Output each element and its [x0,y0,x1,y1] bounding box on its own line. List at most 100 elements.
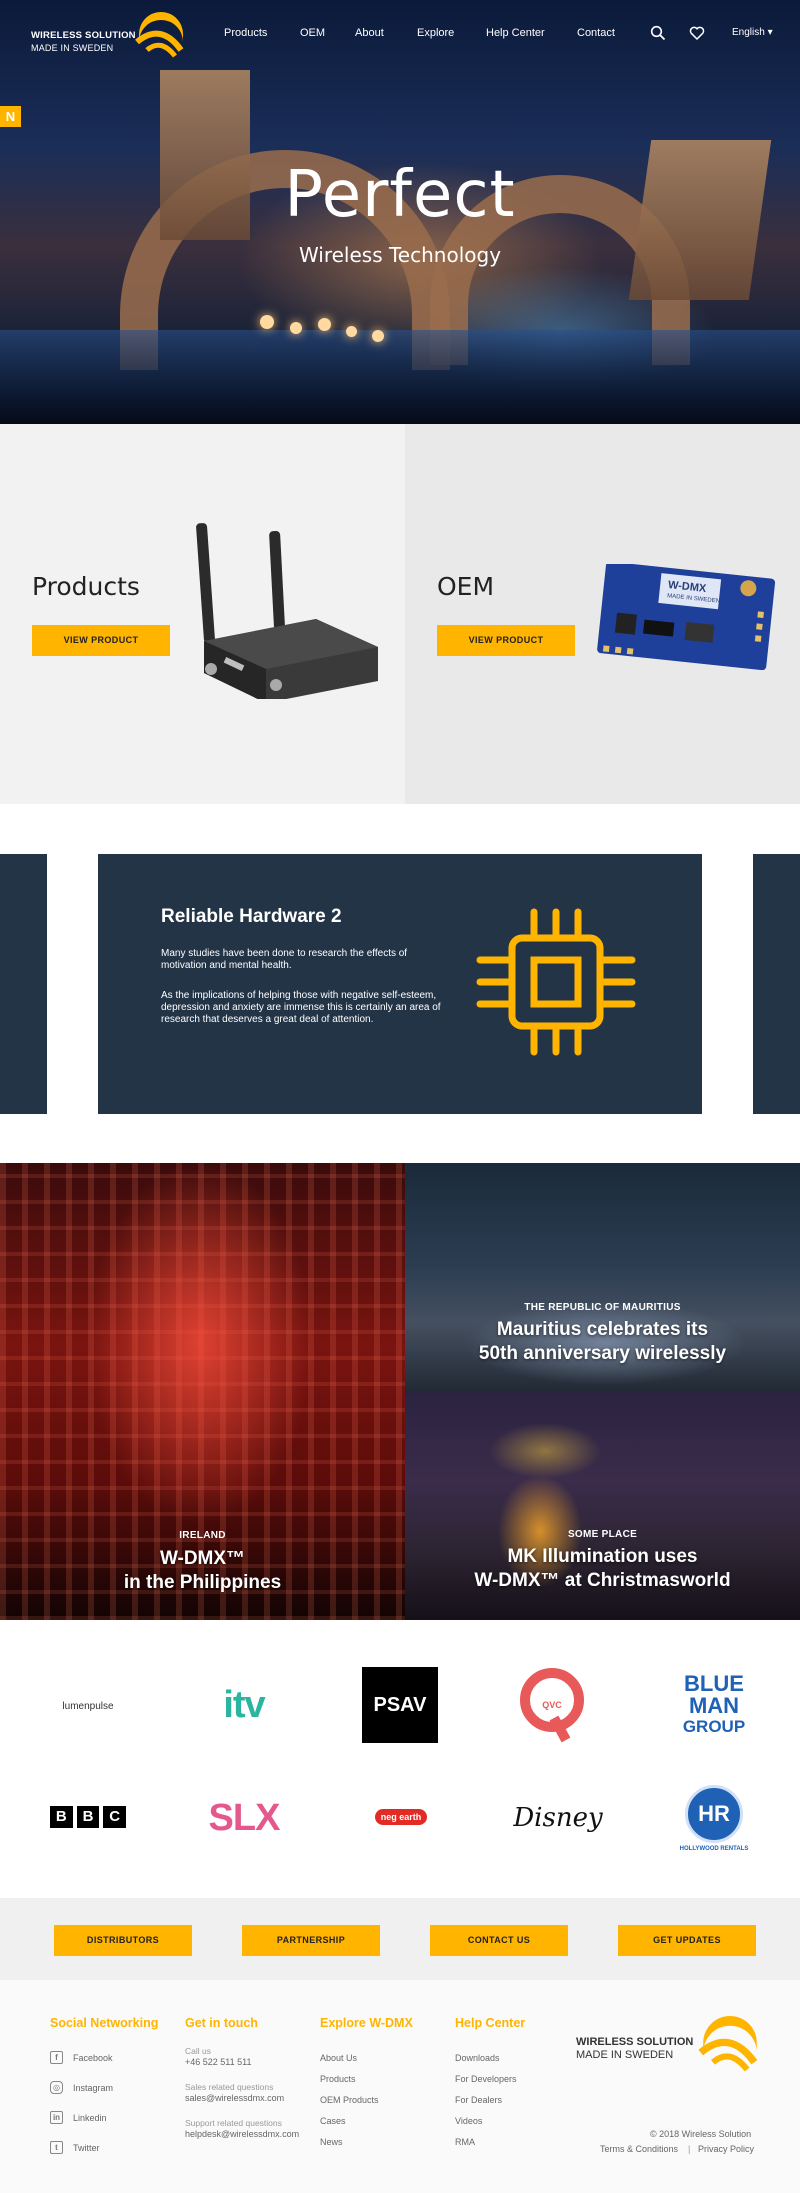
footer-link-cases[interactable]: Cases [320,2116,346,2126]
carousel-next-slide[interactable] [753,854,800,1114]
news-title-line2: 50th anniversary wirelessly [478,1343,727,1364]
news-title-line1: MK Illumination uses [507,1546,698,1567]
footer-sales-email[interactable]: sales@wirelessdmx.com [185,2093,284,2103]
brand-line2: MADE IN SWEDEN [31,43,114,53]
news-location: SOME PLACE [567,1529,638,1540]
footer-brand-line1: WIRELESS SOLUTION [576,2036,694,2048]
oem-title: OEM [437,572,495,601]
footer-phone[interactable]: +46 522 511 511 [185,2057,251,2067]
notification-badge[interactable]: N [0,106,21,127]
footer-terms-link[interactable]: Terms & Conditions [600,2144,678,2154]
brand-logo-text: WIRELESS SOLUTION MADE IN SWEDEN [31,30,136,54]
brand-line1: WIRELESS SOLUTION [31,30,136,41]
footer-link-products[interactable]: Products [320,2074,356,2084]
slx-text: SLX [208,1796,281,1839]
search-icon[interactable] [650,25,666,41]
footer-brand-line2: MADE IN SWEDEN [576,2049,674,2061]
footer-link-facebook[interactable]: Facebook [73,2053,113,2063]
footer-link-downloads[interactable]: Downloads [455,2053,500,2063]
footer-link-videos[interactable]: Videos [455,2116,482,2126]
news-card-philippines[interactable]: IRELAND W-DMX™ in the Philippines [0,1163,405,1620]
hollywood-rentals-mark-text: HR [698,1800,730,1826]
hollywood-rentals-mark: HR [685,1784,743,1843]
feature-title: Reliable Hardware 2 [161,906,342,927]
contact-us-button[interactable]: CONTACT US [430,1925,568,1956]
footer-brand-wave-icon [698,2016,758,2072]
news-title-line2: in the Philippines [123,1572,282,1593]
nav-item-contact[interactable]: Contact [577,27,615,39]
oem-panel: OEM VIEW PRODUCT W-DMX MADE IN SWEDEN [405,424,800,804]
lumenpulse-logo: lumenpulse [40,1686,136,1726]
hero-water [0,330,800,424]
footer-link-for-developers[interactable]: For Developers [455,2074,517,2084]
partnership-button[interactable]: PARTNERSHIP [242,1925,380,1956]
hero-light [372,330,384,342]
footer-help-heading: Help Center [455,2016,526,2030]
footer-call-label: Call us [185,2046,211,2056]
facebook-icon[interactable]: f [50,2051,63,2064]
feature-paragraph-2: As the implications of helping those wit… [161,990,441,1025]
top-navigation: WIRELESS SOLUTION MADE IN SWEDEN Product… [0,0,800,70]
hero-light [290,322,302,334]
neg-earth-logo: neg earth [360,1804,442,1830]
hero-banner: WIRELESS SOLUTION MADE IN SWEDEN Product… [0,0,800,424]
products-panel: Products VIEW PRODUCT [0,424,405,804]
footer-link-for-dealers[interactable]: For Dealers [455,2095,502,2105]
footer-link-linkedin[interactable]: Linkedin [73,2113,107,2123]
linkedin-icon[interactable]: in [50,2111,63,2124]
blue-man-group-logo: BLUE MAN GROUP [668,1668,760,1740]
footer-link-about-us[interactable]: About Us [320,2053,357,2063]
footer-explore-heading: Explore W-DMX [320,2016,413,2030]
brand-logo[interactable]: WIRELESS SOLUTION MADE IN SWEDEN [31,12,187,58]
oem-view-button[interactable]: VIEW PRODUCT [437,625,575,656]
products-title: Products [32,572,140,601]
footer-separator: | [688,2144,691,2154]
footer-link-rma[interactable]: RMA [455,2137,475,2147]
hero-title: Perfect [284,158,516,232]
footer-support-label: Support related questions [185,2118,282,2128]
distributors-button[interactable]: DISTRIBUTORS [54,1925,192,1956]
products-view-button[interactable]: VIEW PRODUCT [32,625,170,656]
hero-subtitle: Wireless Technology [298,243,502,267]
heart-icon[interactable] [689,25,705,41]
brand-wave-icon [135,12,184,58]
footer-link-oem-products[interactable]: OEM Products [320,2095,379,2105]
psav-logo: PSAV [362,1667,438,1743]
lumenpulse-text: lumenpulse [62,1700,114,1712]
carousel-prev-slide[interactable] [0,854,47,1114]
nav-item-products[interactable]: Products [224,27,267,39]
nav-item-explore[interactable]: Explore [417,27,454,39]
footer-contact-heading: Get in touch [185,2016,258,2030]
news-location: IRELAND [179,1530,226,1541]
language-selector[interactable]: English ▾ [732,27,773,38]
hero-light [318,318,331,331]
bbc-letter-3: C [103,1806,127,1828]
news-location: THE REPUBLIC OF MAURITIUS [524,1302,681,1313]
nav-item-help-center[interactable]: Help Center [486,27,545,39]
router-product-image [196,523,378,699]
footer-link-news[interactable]: News [320,2137,343,2147]
nav-item-about[interactable]: About [355,27,384,39]
instagram-icon[interactable]: ◎ [50,2081,63,2094]
chip-icon [476,908,636,1056]
hero-light [260,315,274,329]
blueman-line2: MAN [688,1692,740,1718]
hero-light [346,326,357,337]
footer-link-twitter[interactable]: Twitter [73,2143,100,2153]
news-card-christmasworld[interactable]: SOME PLACE MK Illumination uses W-DMX™ a… [405,1391,800,1620]
footer-privacy-link[interactable]: Privacy Policy [698,2144,754,2154]
footer-support-email[interactable]: helpdesk@wirelessdmx.com [185,2129,299,2139]
hollywood-rentals-text: HOLLYWOOD RENTALS [679,1845,749,1852]
news-title-line1: W-DMX™ [159,1548,246,1569]
news-card-mauritius[interactable]: THE REPUBLIC OF MAURITIUS Mauritius cele… [405,1163,800,1391]
get-updates-button[interactable]: GET UPDATES [618,1925,756,1956]
twitter-icon[interactable]: t [50,2141,63,2154]
footer-link-instagram[interactable]: Instagram [73,2083,113,2093]
footer-social-heading: Social Networking [50,2016,159,2030]
slx-logo: SLX [200,1796,288,1840]
qvc-logo: QVC [516,1666,588,1744]
nav-item-oem[interactable]: OEM [300,27,325,39]
hollywood-rentals-logo: HR HOLLYWOOD RENTALS [676,1782,752,1854]
disney-text: Disney [513,1803,603,1833]
bbc-letter-2: B [76,1806,100,1828]
